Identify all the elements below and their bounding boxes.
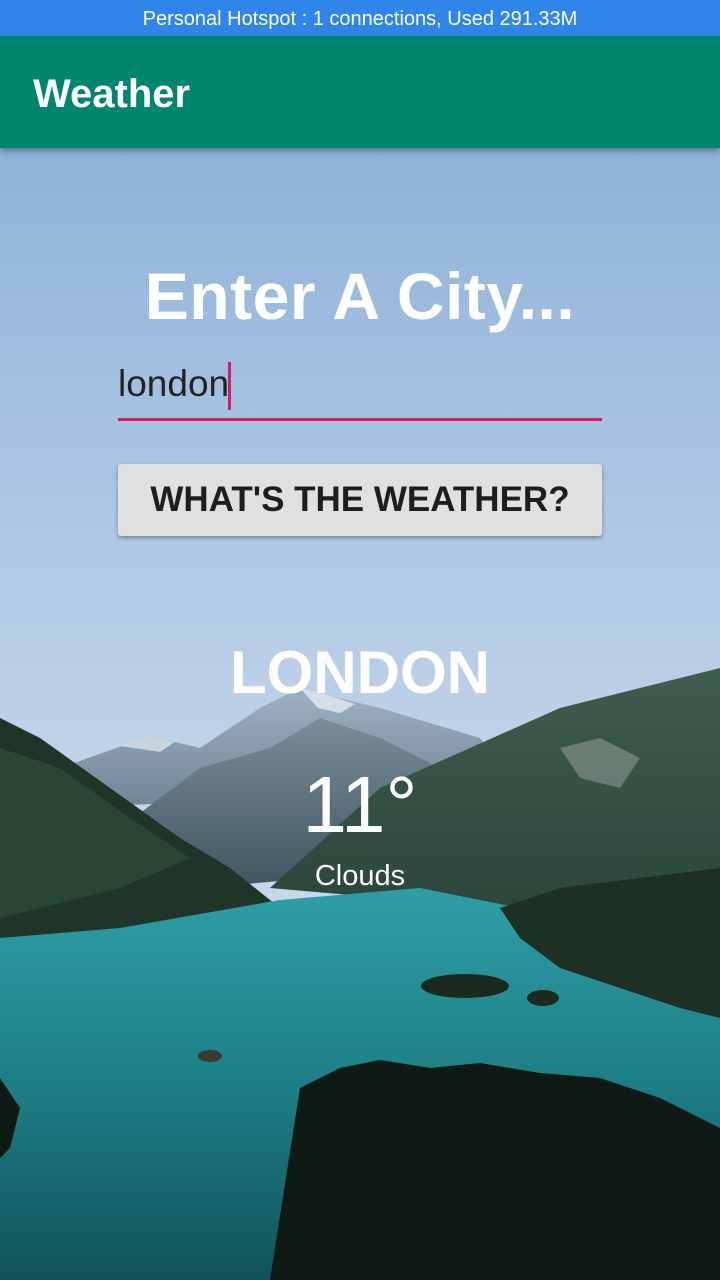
city-input-container[interactable] — [118, 354, 602, 421]
text-cursor — [228, 362, 231, 410]
app-bar: Weather — [0, 36, 720, 148]
main-content: Enter A City... WHAT'S THE WEATHER? LOND… — [0, 148, 720, 1280]
status-bar: Personal Hotspot : 1 connections, Used 2… — [0, 0, 720, 36]
whats-the-weather-button[interactable]: WHAT'S THE WEATHER? — [118, 464, 602, 536]
weather-app-screen: Personal Hotspot : 1 connections, Used 2… — [0, 0, 720, 1280]
city-input[interactable] — [118, 354, 602, 414]
app-title: Weather — [33, 72, 191, 116]
result-weather-description: Clouds — [314, 860, 406, 892]
result-city-name: LONDON — [230, 639, 490, 706]
status-bar-text: Personal Hotspot : 1 connections, Used 2… — [142, 8, 578, 30]
result-temperature: 11° — [302, 760, 418, 849]
page-heading: Enter A City... — [144, 259, 576, 333]
